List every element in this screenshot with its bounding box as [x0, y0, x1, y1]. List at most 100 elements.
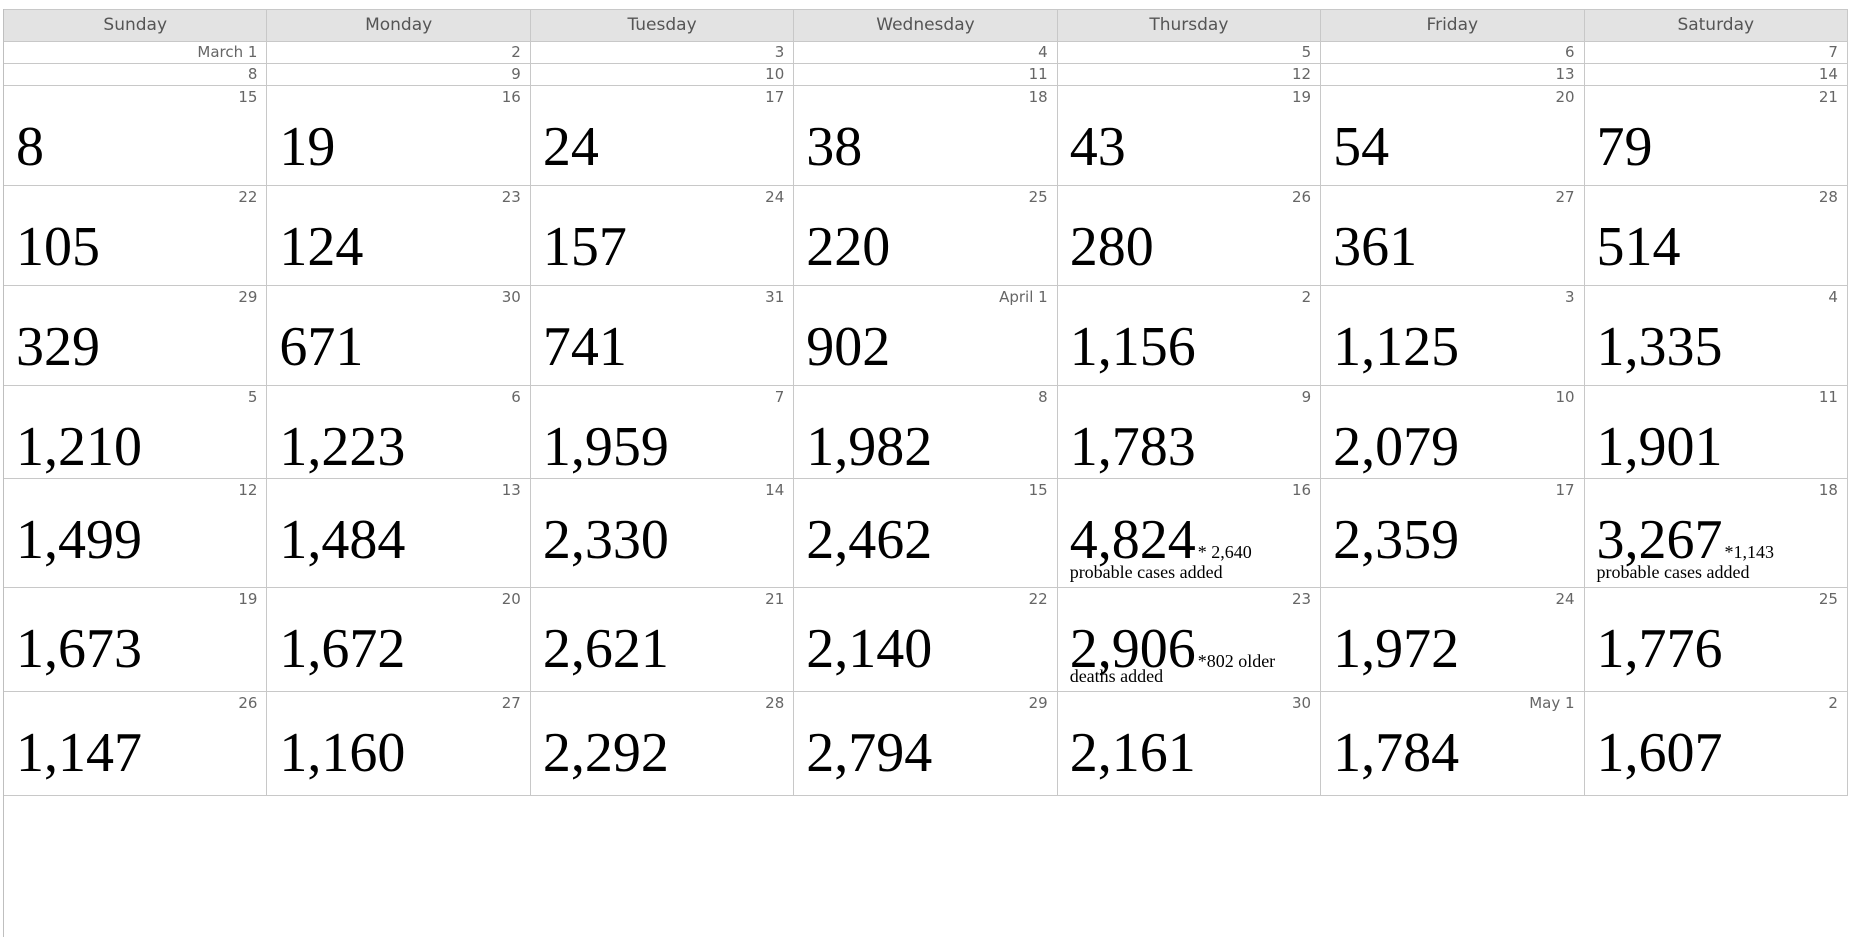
daily-count: 280 [1070, 214, 1154, 281]
day-cell: 20 54 [1321, 86, 1585, 185]
daily-count: 1,982 [806, 414, 932, 478]
date-label: 25 [1818, 590, 1838, 608]
date-label: 24 [765, 188, 785, 206]
daily-count: 54 [1333, 114, 1389, 181]
count-value: 105 [16, 216, 100, 278]
day-cell: 16 19 [267, 86, 531, 185]
weekday-thursday: Thursday [1058, 10, 1322, 41]
date-label: 8 [1038, 388, 1048, 406]
date-label: 12 [1292, 65, 1312, 83]
day-cell: 28 2,292 [531, 692, 795, 795]
count-value: 2,161 [1069, 722, 1196, 784]
day-cell: 11 [794, 64, 1058, 85]
count-value: 157 [542, 216, 627, 278]
count-note: * 2,640 [1197, 542, 1252, 562]
day-cell: April 1 902 [794, 286, 1058, 385]
date-label: 7 [1828, 43, 1838, 61]
day-cell: March 1 [4, 42, 268, 63]
day-cell: 17 24 [531, 86, 795, 185]
date-label: 15 [1028, 481, 1048, 499]
day-cell: 13 1,484 [267, 479, 531, 587]
date-label: 3 [1564, 288, 1575, 306]
daily-count: 24 [543, 114, 599, 181]
date-label: April 1 [999, 288, 1048, 306]
week-row: 19 1,673 20 1,672 21 2,621 22 2,140 23 2,906 *802 … [4, 588, 1848, 692]
count-value: 2,794 [806, 722, 933, 784]
daily-count: 220 [806, 214, 890, 281]
count-value: 79 [1596, 116, 1653, 178]
day-cell: 5 1,210 [4, 386, 268, 478]
count-note-line: probable cases added [1069, 562, 1223, 582]
count-value: 741 [542, 316, 627, 378]
date-label: 26 [238, 694, 258, 712]
day-cell: 28 514 [1585, 186, 1848, 285]
daily-count: 157 [543, 214, 627, 281]
daily-count: 902 [806, 314, 890, 381]
count-value: 1,125 [1333, 316, 1460, 378]
date-label: 12 [238, 481, 258, 499]
daily-count: 741 [543, 314, 627, 381]
count-note-line: probable cases added [1596, 562, 1750, 582]
day-cell: 29 2,794 [794, 692, 1058, 795]
date-label: 20 [501, 590, 521, 608]
date-label: 14 [1818, 65, 1838, 83]
day-cell: 19 1,673 [4, 588, 268, 691]
daily-count: 1,156 [1070, 314, 1196, 381]
date-label: 29 [1028, 694, 1048, 712]
day-cell: 27 1,160 [267, 692, 531, 795]
date-label: 9 [1301, 388, 1312, 406]
weekday-friday: Friday [1321, 10, 1585, 41]
date-label: 3 [774, 43, 785, 61]
day-cell: 14 2,330 [531, 479, 795, 587]
weekday-sunday: Sunday [4, 10, 268, 41]
day-cell: 3 1,125 [1321, 286, 1585, 385]
date-label: 31 [765, 288, 785, 306]
daily-count: 38 [806, 114, 862, 181]
day-cell: 18 38 [794, 86, 1058, 185]
date-label: 13 [1555, 65, 1575, 83]
count-value: 1,223 [279, 416, 406, 478]
day-cell: 2 1,607 [1585, 692, 1848, 795]
count-value: 329 [16, 316, 100, 378]
date-label: May 1 [1529, 694, 1575, 712]
date-label: 11 [1028, 65, 1048, 83]
day-cell: 21 2,621 [531, 588, 795, 691]
day-cell: 15 8 [4, 86, 268, 185]
day-cell: 25 220 [794, 186, 1058, 285]
day-cell: 31 741 [531, 286, 795, 385]
week-row: 22 105 23 124 24 157 25 220 26 280 27 361 28 514 [4, 186, 1848, 286]
daily-count: 1,959 [543, 414, 669, 478]
week-row: March 1 2 3 4 5 6 7 [4, 42, 1848, 64]
date-label: 5 [247, 388, 258, 406]
date-label: 20 [1555, 88, 1575, 106]
day-cell: 10 2,079 [1321, 386, 1585, 478]
daily-count: 19 [279, 114, 335, 181]
count-value: 671 [279, 316, 364, 378]
daily-count: 2,794 [806, 720, 932, 787]
daily-count: 2,621 [543, 616, 669, 683]
date-label: 18 [1818, 481, 1838, 499]
daily-count: 2,359 [1333, 507, 1459, 574]
daily-count: 1,223 [279, 414, 405, 478]
daily-count: 1,783 [1070, 414, 1196, 478]
daily-count: 1,499 [16, 507, 142, 574]
day-cell: 16 4,824 * 2,640 probable cases added [1058, 479, 1322, 587]
count-value: 1,335 [1596, 316, 1723, 378]
daily-count: 79 [1597, 114, 1653, 181]
daily-count: 8 [16, 114, 44, 181]
count-value: 2,079 [1333, 416, 1460, 478]
day-cell: 14 [1585, 64, 1848, 85]
date-label: 22 [1028, 590, 1048, 608]
weekday-saturday: Saturday [1585, 10, 1848, 41]
count-value: 43 [1069, 116, 1126, 178]
date-label: 19 [238, 590, 258, 608]
count-value: 24 [542, 116, 599, 178]
daily-count: 1,125 [1333, 314, 1459, 381]
calendar-weeks: March 1 2 3 4 5 6 7 8 9 10 11 12 13 14 15 8 16 19 17 24 18 38… [4, 42, 1848, 796]
date-label: March 1 [197, 43, 258, 61]
day-cell: 9 [267, 64, 531, 85]
day-cell: 3 [531, 42, 795, 63]
day-cell: 29 329 [4, 286, 268, 385]
daily-count: 2,140 [806, 616, 932, 683]
count-value: 124 [279, 216, 364, 278]
